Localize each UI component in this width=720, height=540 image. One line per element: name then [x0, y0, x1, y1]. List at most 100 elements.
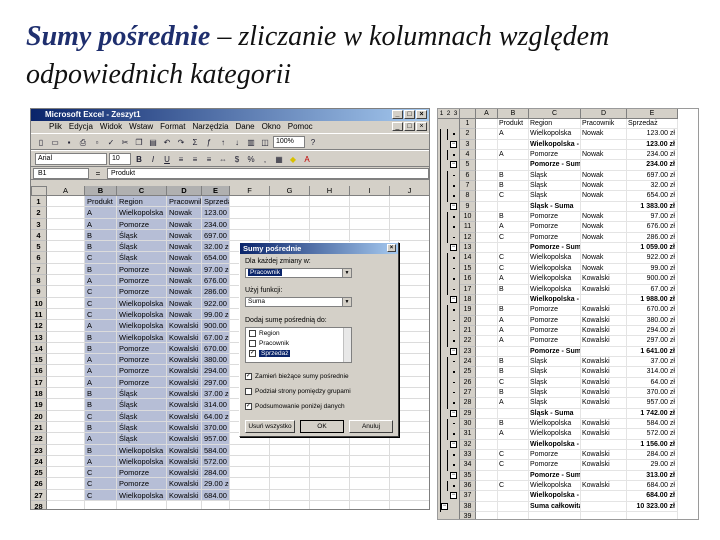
column-header[interactable]: E [627, 109, 678, 119]
cell[interactable]: 1 742.00 zł [627, 408, 678, 419]
cell[interactable]: Produkt [85, 196, 117, 208]
cell[interactable] [476, 501, 498, 513]
collapse-group-icon[interactable]: − [450, 347, 457, 355]
cell[interactable]: 234.00 zł [627, 160, 678, 171]
row-header[interactable]: 29 [460, 408, 476, 419]
cell[interactable]: Pomorze [117, 478, 167, 490]
cell[interactable]: Nowak [167, 218, 202, 230]
cell[interactable]: Śląsk [529, 387, 581, 399]
cell[interactable] [390, 478, 429, 490]
cell[interactable]: Pomorze - Suma [529, 470, 581, 482]
cell[interactable]: 286.00 zł [202, 286, 230, 298]
row-header[interactable]: 13 [31, 331, 47, 343]
cell[interactable] [581, 201, 627, 213]
cell[interactable] [476, 160, 498, 171]
cell[interactable]: Pomorze [529, 336, 581, 347]
cell[interactable]: Pomorze - Suma [529, 346, 581, 357]
cell[interactable] [476, 284, 498, 295]
paste-icon[interactable]: ▤ [147, 136, 159, 148]
column-header[interactable]: C [529, 109, 581, 119]
cell[interactable]: Kowalski [581, 274, 627, 285]
row-header[interactable]: 34 [460, 460, 476, 471]
cell[interactable]: 697.00 zł [202, 229, 230, 242]
row-header[interactable]: 4 [31, 229, 47, 242]
cell[interactable]: Pomorze [117, 263, 167, 276]
cell[interactable] [476, 212, 498, 223]
sort-desc-icon[interactable]: ↓ [231, 136, 243, 148]
cell[interactable] [230, 501, 270, 509]
cell[interactable]: Pracownik [167, 196, 202, 208]
cell[interactable]: Kowalski [167, 376, 202, 389]
cell[interactable] [476, 346, 498, 357]
row-header[interactable]: 33 [460, 450, 476, 461]
cell[interactable] [230, 444, 270, 456]
cell[interactable] [476, 450, 498, 461]
doc-close-button[interactable]: × [416, 122, 427, 131]
row-header[interactable]: 18 [460, 294, 476, 306]
cell[interactable]: Wielkopolska - Suma [529, 439, 581, 450]
cell[interactable] [270, 478, 310, 490]
column-header[interactable]: D [581, 109, 627, 119]
cell[interactable]: Kowalski [167, 365, 202, 377]
cell[interactable] [476, 512, 498, 519]
collapse-group-icon[interactable]: − [450, 295, 457, 303]
cell[interactable]: Wielkopolska - Suma [529, 139, 581, 151]
cell[interactable] [476, 263, 498, 275]
cell[interactable]: Śląsk - Suma [529, 201, 581, 213]
row-header[interactable]: 16 [31, 365, 47, 377]
cell[interactable] [270, 196, 310, 208]
menu-item[interactable]: Plik [49, 121, 62, 133]
cell[interactable]: B [498, 387, 529, 399]
cell[interactable] [476, 460, 498, 471]
column-header[interactable]: D [167, 186, 202, 196]
change-select[interactable]: Pracownik ▼ [245, 268, 352, 278]
row-header[interactable]: 20 [460, 315, 476, 326]
cell[interactable]: 314.00 zł [202, 399, 230, 411]
spell-icon[interactable]: ✓ [105, 136, 117, 148]
cell[interactable]: 1 641.00 zł [627, 346, 678, 357]
cell[interactable] [498, 491, 529, 502]
row-header[interactable]: 38 [460, 501, 476, 513]
cell[interactable]: Kowalski [167, 467, 202, 479]
outline-level-button[interactable]: 1 [440, 109, 444, 118]
cell[interactable]: 67.00 zł [202, 331, 230, 343]
cell[interactable]: Kowalski [581, 305, 627, 316]
cell[interactable]: 284.00 zł [627, 450, 678, 461]
cell[interactable]: 123.00 zł [627, 139, 678, 151]
cell[interactable]: A [85, 376, 117, 389]
function-select[interactable]: Suma ▼ [245, 297, 352, 307]
cell[interactable]: Kowalski [167, 433, 202, 445]
row-header[interactable]: 2 [31, 207, 47, 219]
cell[interactable]: A [85, 275, 117, 287]
open-icon[interactable]: ▭ [49, 136, 61, 148]
cell[interactable]: 697.00 zł [627, 170, 678, 182]
cell[interactable]: B [498, 356, 529, 368]
cell[interactable]: 684.00 zł [627, 491, 678, 502]
cell[interactable]: B [498, 418, 529, 430]
bold-icon[interactable]: B [133, 153, 145, 165]
checkbox-checked[interactable]: ✓ [249, 349, 256, 357]
row-header[interactable]: 13 [460, 243, 476, 254]
cell[interactable] [350, 478, 390, 490]
cell[interactable]: B [85, 342, 117, 355]
currency-icon[interactable]: $ [231, 153, 243, 165]
cell[interactable]: Kowalski [581, 460, 627, 471]
cell[interactable] [47, 388, 85, 400]
row-header[interactable]: 11 [460, 222, 476, 233]
checkbox-checked[interactable]: ✓ [245, 403, 252, 410]
cell[interactable] [310, 207, 350, 219]
cell[interactable]: Pomorze [529, 315, 581, 326]
cell[interactable] [390, 501, 429, 509]
collapse-group-icon[interactable]: − [450, 409, 457, 417]
cell[interactable] [310, 444, 350, 456]
row-header[interactable]: 18 [31, 388, 47, 400]
cell[interactable]: B [85, 444, 117, 456]
cell[interactable] [270, 467, 310, 479]
cell[interactable] [47, 467, 85, 479]
cell[interactable]: Śląsk [529, 377, 581, 388]
cell[interactable]: 676.00 zł [627, 222, 678, 233]
cell[interactable]: 957.00 zł [202, 433, 230, 445]
cell[interactable]: Kowalski [581, 429, 627, 440]
cell[interactable]: 37.00 zł [202, 388, 230, 400]
cell[interactable]: 584.00 zł [202, 444, 230, 456]
